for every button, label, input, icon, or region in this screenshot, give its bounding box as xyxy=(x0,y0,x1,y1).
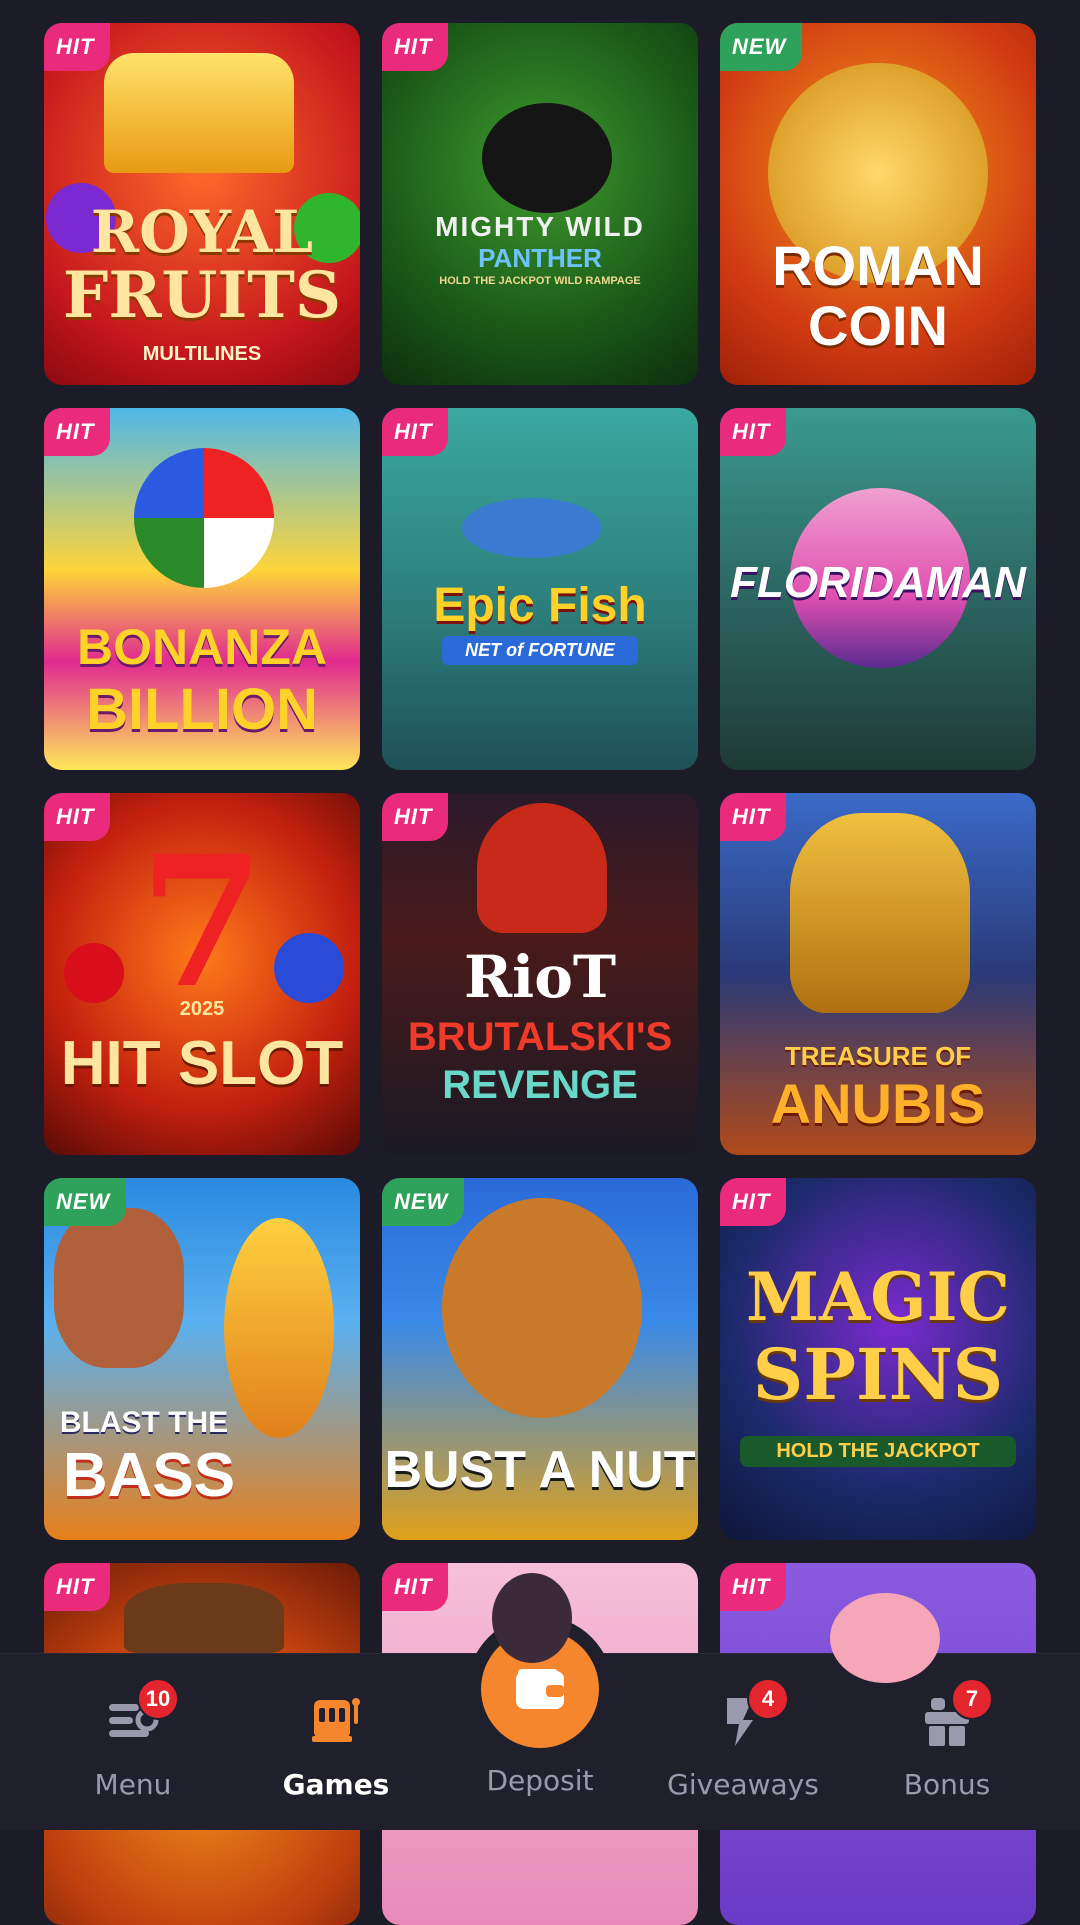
piggy-bank-icon xyxy=(830,1593,940,1683)
game-title: ROMAN xyxy=(772,234,984,297)
game-title: ANUBIS xyxy=(770,1072,986,1135)
game-title: BONANZA xyxy=(77,619,327,675)
menu-count-badge: 10 xyxy=(137,1678,179,1720)
game-tile-riot-brutalskis-revenge[interactable]: HIT RioT BRUTALSKI'S REVENGE xyxy=(382,793,698,1155)
crown-icon xyxy=(104,53,294,173)
fisherman-icon xyxy=(54,1208,184,1368)
badge-hit: HIT xyxy=(44,793,111,841)
game-title: BILLION xyxy=(86,677,318,742)
game-title: BUST A NUT xyxy=(384,1441,696,1499)
nav-label: Bonus xyxy=(903,1768,991,1801)
game-tile-bust-a-nut[interactable]: NEW BUST A NUT xyxy=(382,1178,698,1540)
seven-icon: 7 xyxy=(139,817,265,1028)
anubis-icon xyxy=(790,813,970,1013)
grapes-icon xyxy=(274,933,344,1003)
nav-label: Deposit xyxy=(486,1764,594,1797)
games-grid: HIT ROYAL FRUITS MULTILINES HIT MIGHTY W… xyxy=(44,23,1036,1925)
cherry-icon xyxy=(64,943,124,1003)
game-tile-treasure-of-anubis[interactable]: HIT TREASURE OF ANUBIS xyxy=(720,793,1036,1155)
game-title: ROYAL xyxy=(90,198,314,266)
giveaways-count-badge: 4 xyxy=(747,1678,789,1720)
nav-menu[interactable]: 10 Menu xyxy=(33,1678,233,1801)
game-tile-royal-fruits[interactable]: HIT ROYAL FRUITS MULTILINES xyxy=(44,23,360,385)
game-tile-blast-the-bass[interactable]: NEW BLAST THE BASS xyxy=(44,1178,360,1540)
badge-new: NEW xyxy=(720,23,803,71)
squirrel-icon xyxy=(442,1198,642,1418)
gas-mask-icon xyxy=(477,803,607,933)
game-subtitle: TREASURE OF xyxy=(784,1041,972,1071)
nav-bonus[interactable]: 7 Bonus xyxy=(847,1678,1047,1801)
game-title: FLORIDAMAN xyxy=(730,558,1026,607)
nav-games[interactable]: Games xyxy=(236,1690,436,1801)
fish-icon xyxy=(224,1218,334,1438)
game-subtitle: BLAST THE xyxy=(59,1406,229,1439)
menu-icon: 10 xyxy=(103,1678,179,1750)
game-subtitle: NET of FORTUNE xyxy=(442,636,638,665)
badge-hit: HIT xyxy=(382,23,449,71)
badge-hit: HIT xyxy=(44,408,111,456)
game-title: RioT xyxy=(463,943,617,1011)
wallet-icon xyxy=(516,1669,564,1709)
game-title: MIGHTY WILD xyxy=(435,211,645,242)
badge-hit: HIT xyxy=(720,408,787,456)
badge-hit: HIT xyxy=(720,793,787,841)
nav-deposit[interactable]: Deposit xyxy=(440,1764,640,1797)
game-title: SPINS xyxy=(752,1333,1004,1416)
nav-label: Menu xyxy=(94,1768,172,1801)
badge-hit: HIT xyxy=(382,408,449,456)
character-icon xyxy=(492,1573,572,1663)
nav-label: Games xyxy=(282,1768,390,1801)
fish-icon xyxy=(462,498,602,558)
game-tile-hit-slot[interactable]: 7 HIT 2025 HIT SLOT xyxy=(44,793,360,1155)
game-tile-floridaman[interactable]: HIT FLORIDAMAN xyxy=(720,408,1036,770)
badge-hit: HIT xyxy=(44,1563,111,1611)
game-title: COIN xyxy=(808,294,948,357)
badge-hit: HIT xyxy=(382,1563,449,1611)
nav-giveaways[interactable]: 4 Giveaways xyxy=(643,1678,843,1801)
bonus-count-badge: 7 xyxy=(951,1678,993,1720)
game-tile-roman-coin[interactable]: NEW ROMAN COIN xyxy=(720,23,1036,385)
game-subtitle: REVENGE xyxy=(442,1063,638,1107)
game-subtitle: HOLD THE JACKPOT xyxy=(740,1436,1016,1467)
game-subtitle: 2025 xyxy=(179,998,225,1020)
candy-icon xyxy=(134,448,274,588)
gift-icon: 7 xyxy=(917,1678,993,1750)
game-subtitle: HOLD THE JACKPOT WILD RAMPAGE xyxy=(439,275,641,287)
game-title: HIT SLOT xyxy=(60,1029,344,1098)
game-title: BASS xyxy=(62,1441,236,1510)
badge-new: NEW xyxy=(44,1178,127,1226)
slot-machine-icon xyxy=(306,1690,366,1750)
badge-hit: HIT xyxy=(720,1563,787,1611)
game-tile-magic-spins[interactable]: HIT MAGIC SPINS HOLD THE JACKPOT xyxy=(720,1178,1036,1540)
nav-label: Giveaways xyxy=(667,1768,819,1801)
badge-hit: HIT xyxy=(44,23,111,71)
badge-new: NEW xyxy=(382,1178,465,1226)
hat-icon xyxy=(124,1583,284,1653)
game-tile-mighty-wild-panther[interactable]: HIT MIGHTY WILD PANTHER HOLD THE JACKPOT… xyxy=(382,23,698,385)
game-tile-bonanza-billion[interactable]: HIT BONANZA BILLION xyxy=(44,408,360,770)
game-title: BRUTALSKI'S xyxy=(407,1015,673,1059)
game-tile-epic-fish[interactable]: HIT Epic Fish NET of FORTUNE xyxy=(382,408,698,770)
game-title: Epic Fish xyxy=(433,579,647,632)
game-title: FRUITS xyxy=(62,258,342,333)
game-title: PANTHER xyxy=(478,243,602,273)
game-title: MAGIC xyxy=(745,1258,1011,1336)
badge-hit: HIT xyxy=(720,1178,787,1226)
panther-icon xyxy=(482,103,612,213)
giveaway-icon: 4 xyxy=(713,1678,789,1750)
game-subtitle: MULTILINES xyxy=(142,343,262,365)
badge-hit: HIT xyxy=(382,793,449,841)
